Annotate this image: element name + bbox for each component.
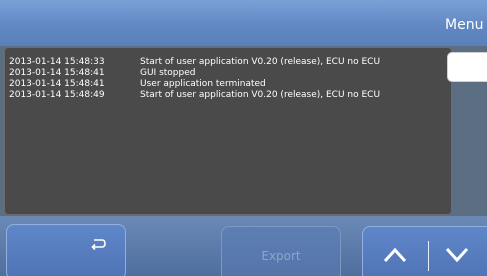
log-entry: 2013-01-14 15:48:41 GUI stopped	[9, 68, 380, 79]
log-message: GUI stopped	[140, 68, 196, 78]
log-list: 2013-01-14 15:48:33 Start of user applica…	[9, 57, 380, 101]
log-entry: 2013-01-14 15:48:41 User application term…	[9, 79, 380, 90]
log-timestamp: 2013-01-14 15:48:41	[9, 79, 105, 89]
screen: Menu 2013-01-14 15:48:33 Start of user ap…	[0, 0, 487, 276]
log-timestamp: 2013-01-14 15:48:49	[9, 90, 105, 100]
side-panel-box[interactable]	[447, 52, 487, 82]
log-timestamp: 2013-01-14 15:48:33	[9, 57, 105, 67]
header-bar: Menu	[0, 0, 487, 46]
back-button[interactable]	[6, 224, 126, 276]
footer-bar: Export	[0, 216, 487, 276]
chevron-down-icon[interactable]	[445, 247, 469, 263]
log-entry: 2013-01-14 15:48:33 Start of user applica…	[9, 57, 380, 68]
menu-button[interactable]: Menu	[439, 0, 487, 46]
export-button[interactable]: Export	[221, 226, 341, 276]
scroll-buttons	[362, 226, 487, 276]
log-panel: 2013-01-14 15:48:33 Start of user applica…	[4, 47, 452, 215]
log-message: Start of user application V0.20 (release…	[140, 57, 381, 67]
log-message: Start of user application V0.20 (release…	[140, 90, 381, 100]
log-timestamp: 2013-01-14 15:48:41	[9, 68, 105, 78]
arrow-divider	[428, 241, 429, 271]
log-message: User application terminated	[140, 79, 266, 89]
return-arrow-icon	[91, 239, 106, 251]
chevron-up-icon[interactable]	[383, 247, 407, 263]
log-entry: 2013-01-14 15:48:49 Start of user applica…	[9, 90, 380, 101]
